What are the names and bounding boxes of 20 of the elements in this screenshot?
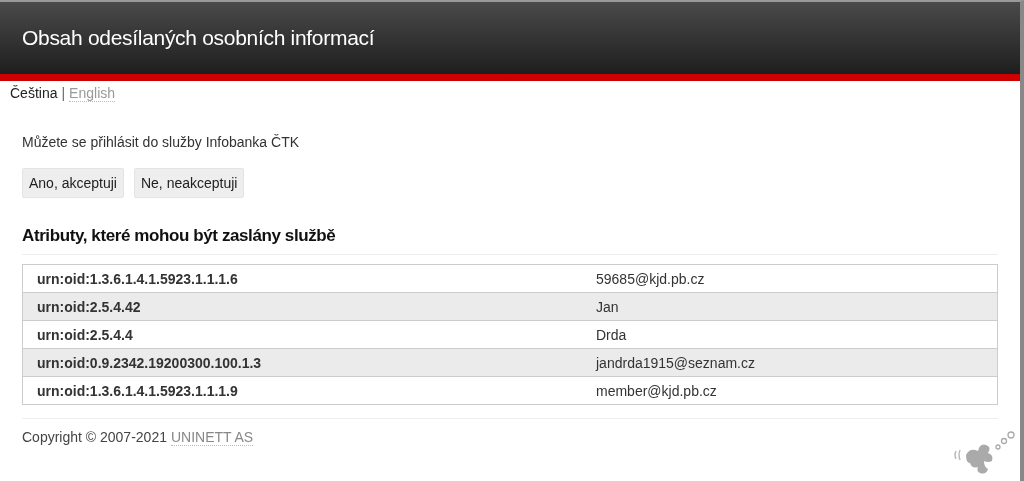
attribute-value: Drda <box>595 326 628 343</box>
language-separator: | <box>61 85 66 102</box>
attribute-name: urn:oid:1.3.6.1.4.1.5923.1.1.1.9 <box>36 382 239 399</box>
language-link[interactable]: Čeština <box>10 85 58 102</box>
decline-button[interactable]: Ne, neakceptuji <box>133 168 245 198</box>
attribute-name: urn:oid:2.5.4.4 <box>36 326 134 343</box>
attribute-value: Jan <box>595 298 620 315</box>
attribute-name: urn:oid:2.5.4.42 <box>36 298 142 315</box>
mascot-logo-icon <box>952 429 1016 475</box>
section-heading: Atributy, které mohou být zaslány službě <box>22 226 998 255</box>
page-title: Obsah odesílaných osobních informací <box>22 26 375 50</box>
attribute-value: 59685@kjd.pb.cz <box>595 270 706 287</box>
attribute-value: jandrda1915@seznam.cz <box>594 354 756 371</box>
company-link[interactable]: UNINETT AS <box>170 429 254 446</box>
intro-text: Můžete se přihlásit do služby Infobanka ČTK <box>22 134 301 150</box>
attribute-name: urn:oid:0.9.2342.19200300.100.1.3 <box>36 354 263 371</box>
attribute-value: member@kjd.pb.cz <box>595 382 718 399</box>
attribute-name: urn:oid:1.3.6.1.4.1.5923.1.1.1.6 <box>36 270 239 287</box>
copyright-label: Copyright © 2007-2021 <box>22 429 167 446</box>
accept-button[interactable]: Ano, akceptuji <box>22 168 124 198</box>
